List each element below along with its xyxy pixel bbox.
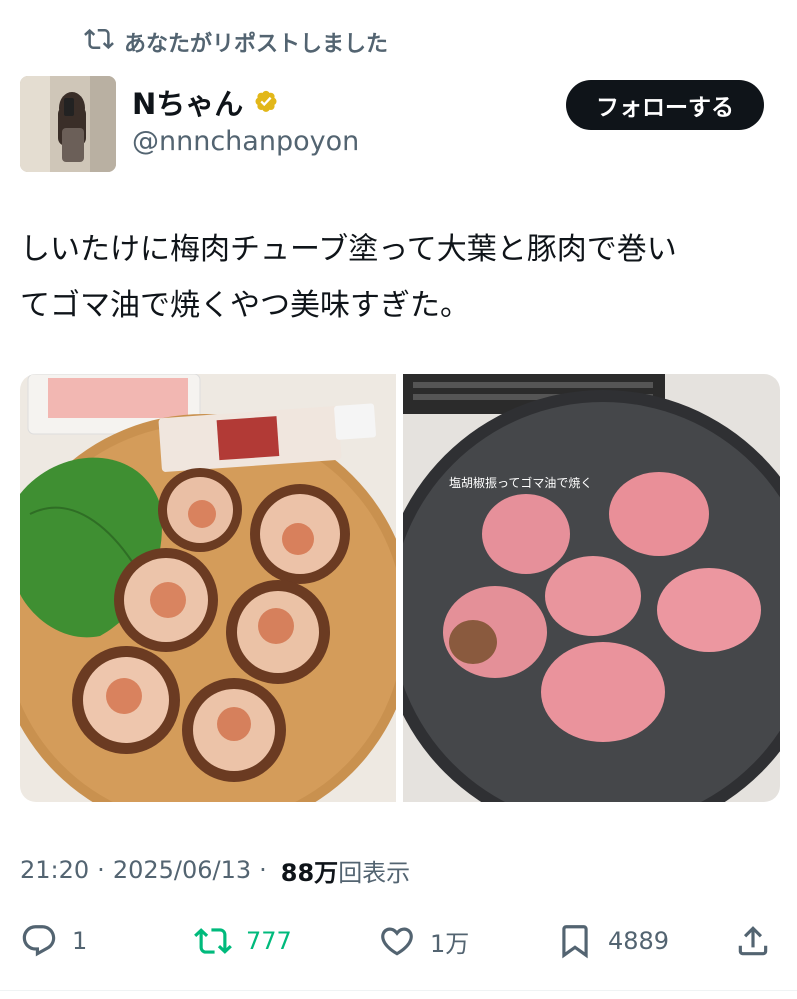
bookmark-icon bbox=[556, 922, 594, 960]
bookmark-count: 4889 bbox=[608, 927, 670, 955]
media-overlay-caption: 塩胡椒振ってゴマ油で焼く bbox=[449, 476, 593, 490]
tweet-meta: 21:20 · 2025/06/13 · 88万 回表示 bbox=[20, 852, 410, 888]
share-icon bbox=[734, 922, 772, 960]
tweet-date[interactable]: 2025/06/13 bbox=[113, 856, 251, 884]
tweet-time[interactable]: 21:20 bbox=[20, 856, 89, 884]
author-handle[interactable]: @nnnchanpoyon bbox=[132, 126, 359, 157]
reply-button[interactable]: 1 bbox=[20, 918, 87, 964]
bookmark-button[interactable]: 4889 bbox=[556, 918, 669, 964]
author-display-name[interactable]: Nちゃん bbox=[132, 81, 243, 123]
media-photo-frying-pan[interactable]: 塩胡椒振ってゴマ油で焼く bbox=[403, 374, 780, 802]
tweet-text-line: てゴマ油で焼くやつ美味すぎた。 bbox=[20, 288, 470, 323]
media-photo-shiitake-board[interactable] bbox=[20, 374, 396, 802]
views-label: 回表示 bbox=[338, 858, 411, 887]
action-bar: 1 777 1万 4889 bbox=[0, 918, 797, 964]
like-count: 1万 bbox=[430, 929, 470, 958]
author-name-row[interactable]: Nちゃん bbox=[132, 82, 281, 122]
repost-count: 777 bbox=[246, 927, 292, 955]
heart-icon bbox=[378, 922, 416, 960]
repost-icon bbox=[194, 922, 232, 960]
reply-count: 1 bbox=[72, 927, 88, 955]
meta-separator: · bbox=[259, 856, 267, 884]
share-button[interactable] bbox=[734, 918, 772, 964]
follow-button[interactable]: フォローする bbox=[566, 80, 764, 130]
tweet-text: しいたけに梅肉チューブ塗って大葉と豚肉で巻い てゴマ油で焼くやつ美味すぎた。 bbox=[20, 222, 780, 334]
tweet-detail: あなたがリポストしました Nちゃん @nnnchanpoyon フォローする し… bbox=[0, 0, 797, 999]
meta-separator: · bbox=[97, 856, 105, 884]
reply-icon bbox=[20, 922, 58, 960]
tweet-text-line: しいたけに梅肉チューブ塗って大葉と豚肉で巻い bbox=[20, 232, 677, 267]
divider bbox=[0, 990, 797, 991]
views-count: 88万 bbox=[280, 858, 339, 887]
repost-button[interactable]: 777 bbox=[194, 918, 292, 964]
repost-icon bbox=[84, 24, 114, 60]
verified-badge-icon bbox=[251, 87, 281, 117]
repost-banner[interactable]: あなたがリポストしました bbox=[84, 24, 388, 60]
repost-banner-text: あなたがリポストしました bbox=[124, 32, 389, 57]
avatar[interactable] bbox=[20, 76, 116, 172]
like-button[interactable]: 1万 bbox=[378, 918, 469, 964]
